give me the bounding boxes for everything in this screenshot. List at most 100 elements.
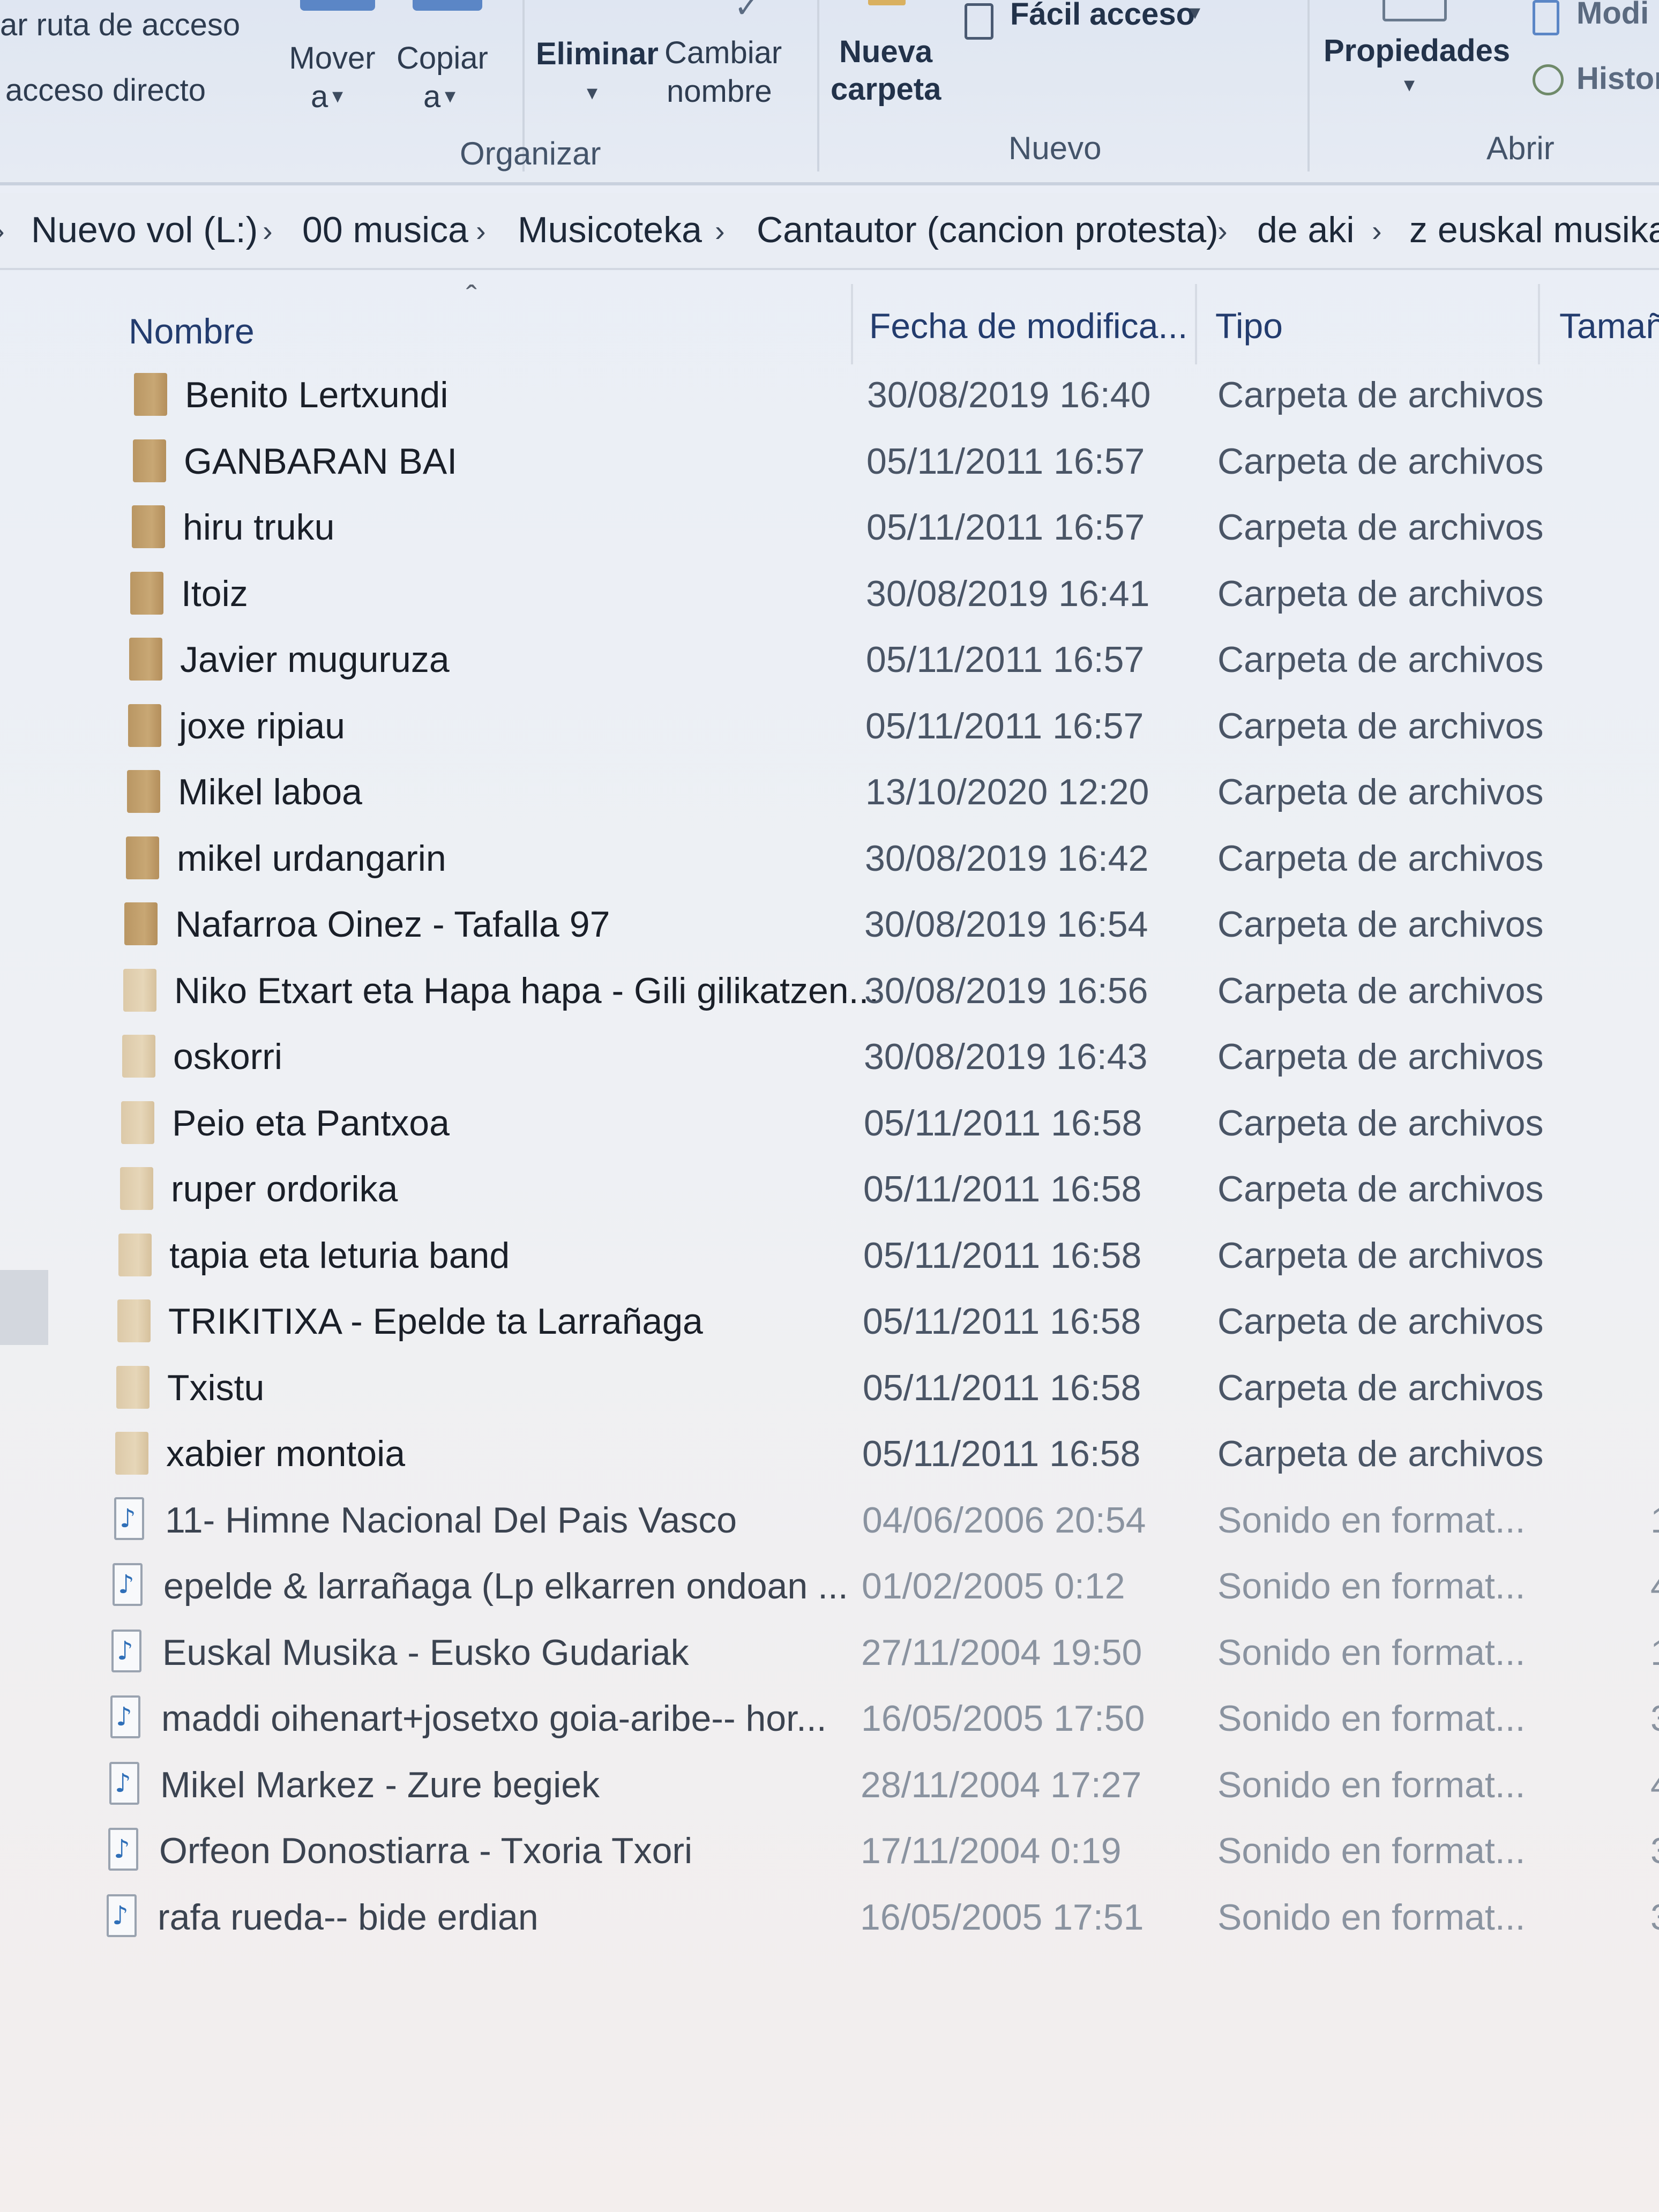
file-date: 05/11/2011 16:58: [863, 1169, 1142, 1209]
file-name: Benito Lertxundi: [185, 375, 449, 415]
copy-to-label: Copiar: [397, 41, 488, 76]
file-date: 30/08/2019 16:40: [867, 375, 1151, 415]
folder-icon: [123, 968, 156, 1012]
breadcrumb-item[interactable]: 00 musica: [302, 209, 468, 251]
table-row[interactable]: joxe ripiau 05/11/2011 16:57 Carpeta de ar…: [0, 696, 1659, 754]
table-row[interactable]: Euskal Musika - Eusko Gudariak 27/11/2004…: [0, 1622, 1659, 1681]
table-row[interactable]: Itoiz 30/08/2019 16:41 Carpeta de archivos: [0, 563, 1659, 622]
move-to-icon: [300, 0, 375, 11]
delete-button[interactable]: Eliminar ▾: [536, 36, 659, 117]
file-type: Carpeta de archivos: [1217, 1235, 1544, 1276]
file-name: Orfeon Donostiarra - Txoria Txori: [159, 1830, 693, 1871]
table-row[interactable]: Mikel laboa 13/10/2020 12:20 Carpeta de ar…: [0, 761, 1659, 820]
file-date: 16/05/2005 17:50: [861, 1698, 1145, 1739]
breadcrumb-item[interactable]: Nuevo vol (L:): [31, 209, 258, 251]
file-type: Carpeta de archivos: [1217, 1102, 1544, 1144]
file-size: 3.: [1650, 1830, 1659, 1872]
column-divider[interactable]: [1538, 284, 1540, 364]
folder-icon: [128, 704, 161, 747]
file-size: 1.: [1650, 1499, 1659, 1541]
copy-path-button[interactable]: ar ruta de acceso: [0, 8, 240, 43]
chevron-down-icon: ▾: [445, 84, 456, 108]
table-row[interactable]: Niko Etxart eta Hapa hapa - Gili gilikat…: [0, 960, 1659, 1019]
table-row[interactable]: TRIKITIXA - Epelde ta Larrañaga 05/11/201…: [0, 1291, 1659, 1350]
table-row[interactable]: Txistu 05/11/2011 16:58 Carpeta de archivo…: [0, 1357, 1659, 1416]
properties-button[interactable]: Propiedades ▾: [1318, 0, 1511, 118]
chevron-right-icon[interactable]: ›: [1372, 213, 1382, 248]
file-name: xabier montoia: [166, 1433, 406, 1474]
file-date: 30/08/2019 16:56: [864, 970, 1148, 1011]
table-row[interactable]: tapia eta leturia band 05/11/2011 16:58 Ca…: [0, 1225, 1659, 1284]
folder-icon: [129, 638, 162, 681]
file-name: Nafarroa Oinez - Tafalla 97: [175, 904, 610, 945]
file-date: 05/11/2011 16:58: [862, 1433, 1141, 1474]
move-to-label-2: a: [311, 79, 328, 114]
breadcrumb-item[interactable]: de aki: [1257, 209, 1354, 251]
file-date: 05/11/2011 16:58: [864, 1102, 1142, 1144]
file-type: Carpeta de archivos: [1217, 639, 1544, 680]
file-name: joxe ripiau: [179, 705, 345, 746]
modify-button[interactable]: Modi: [1527, 0, 1659, 43]
table-row[interactable]: Nafarroa Oinez - Tafalla 97 30/08/2019 16…: [0, 894, 1659, 953]
file-date: 17/11/2004 0:19: [861, 1830, 1122, 1871]
table-row[interactable]: Javier muguruza 05/11/2011 16:57 Carpeta d…: [0, 629, 1659, 688]
navigation-pane-edge[interactable]: [0, 1270, 48, 1345]
rename-icon: ✓: [734, 0, 760, 24]
table-row[interactable]: ruper ordorika 05/11/2011 16:58 Carpeta de…: [0, 1159, 1659, 1217]
new-folder-button[interactable]: Nueva carpeta: [831, 34, 954, 115]
copy-to-button[interactable]: Copiar a ▾: [391, 41, 498, 116]
file-type: Carpeta de archivos: [1217, 440, 1544, 482]
rename-button[interactable]: Cambiar nombre: [664, 35, 793, 116]
file-date: 30/08/2019 16:42: [865, 838, 1149, 879]
column-header-size[interactable]: Tamañ: [1559, 305, 1659, 346]
breadcrumb-item[interactable]: Musicoteka: [518, 209, 702, 251]
table-row[interactable]: rafa rueda-- bide erdian 16/05/2005 17:51…: [0, 1887, 1659, 1946]
chevron-right-icon[interactable]: ›: [476, 213, 486, 248]
history-button[interactable]: Histor: [1527, 59, 1659, 102]
folder-icon: [120, 1167, 153, 1210]
new-folder-label: Nueva: [839, 34, 933, 69]
file-name: Txistu: [167, 1367, 265, 1408]
audio-file-icon: [107, 1894, 137, 1937]
table-row[interactable]: 11- Himne Nacional Del Pais Vasco 04/06/2…: [0, 1490, 1659, 1549]
file-date: 30/08/2019 16:43: [864, 1036, 1148, 1077]
column-divider[interactable]: [851, 284, 853, 364]
table-row[interactable]: xabier montoia 05/11/2011 16:58 Carpeta de…: [0, 1423, 1659, 1482]
table-row[interactable]: Orfeon Donostiarra - Txoria Txori 17/11/2…: [0, 1820, 1659, 1879]
column-header-type[interactable]: Tipo: [1215, 305, 1283, 346]
rename-label-2: nombre: [667, 74, 772, 109]
file-name: rafa rueda-- bide erdian: [158, 1896, 539, 1938]
table-row[interactable]: epelde & larrañaga (Lp elkarren ondoan .…: [0, 1556, 1659, 1615]
file-type: Carpeta de archivos: [1217, 838, 1544, 879]
file-name: 11- Himne Nacional Del Pais Vasco: [165, 1499, 737, 1541]
file-type: Sonido en format...: [1217, 1896, 1526, 1938]
file-type: Carpeta de archivos: [1217, 705, 1544, 746]
column-header-name[interactable]: Nombre: [129, 311, 255, 352]
chevron-right-icon[interactable]: ›: [0, 213, 5, 248]
table-row[interactable]: GANBARAN BAI 05/11/2011 16:57 Carpeta de a…: [0, 431, 1659, 490]
table-row[interactable]: hiru truku 05/11/2011 16:57 Carpeta de arc…: [0, 497, 1659, 556]
paste-shortcut-button[interactable]: acceso directo: [5, 73, 206, 109]
folder-icon: [118, 1233, 152, 1276]
table-row[interactable]: Peio eta Pantxoa 05/11/2011 16:58 Carpeta …: [0, 1093, 1659, 1152]
file-name: mikel urdangarin: [177, 838, 446, 879]
chevron-right-icon[interactable]: ›: [715, 213, 725, 248]
breadcrumb-item-current[interactable]: z euskal musika: [1409, 209, 1659, 251]
folder-icon: [117, 1299, 151, 1342]
move-to-button[interactable]: Mover a ▾: [279, 41, 386, 116]
folder-icon: [127, 770, 160, 813]
properties-label: Propiedades: [1324, 33, 1511, 68]
file-date: 05/11/2011 16:57: [865, 705, 1144, 746]
table-row[interactable]: Benito Lertxundi 30/08/2019 16:40 Carpeta …: [0, 364, 1659, 423]
column-header-date[interactable]: Fecha de modifica...: [869, 305, 1187, 346]
table-row[interactable]: mikel urdangarin 30/08/2019 16:42 Carpeta …: [0, 828, 1659, 887]
column-divider[interactable]: [1195, 284, 1197, 364]
file-name: maddi oihenart+josetxo goia-aribe-- hor.…: [161, 1698, 827, 1739]
table-row[interactable]: Mikel Markez - Zure begiek 28/11/2004 17:…: [0, 1754, 1659, 1813]
breadcrumb-item[interactable]: Cantautor (cancion protesta): [757, 209, 1219, 251]
chevron-right-icon[interactable]: ›: [1217, 213, 1228, 248]
easy-access-button[interactable]: Fácil acceso ▾: [959, 0, 1216, 43]
chevron-right-icon[interactable]: ›: [263, 213, 273, 248]
table-row[interactable]: oskorri 30/08/2019 16:43 Carpeta de archiv…: [0, 1026, 1659, 1085]
table-row[interactable]: maddi oihenart+josetxo goia-aribe-- hor.…: [0, 1688, 1659, 1747]
